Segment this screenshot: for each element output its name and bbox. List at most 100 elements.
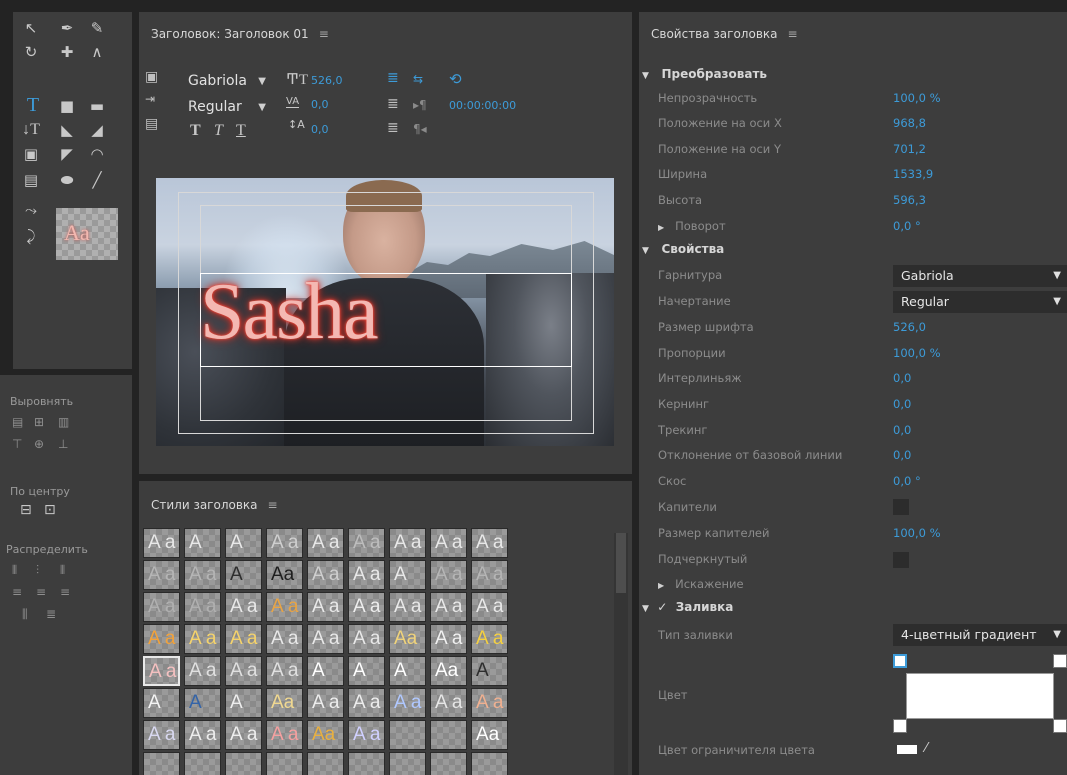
styles-menu-icon[interactable]: ≡ (268, 498, 278, 512)
gradient-preview[interactable] (906, 673, 1054, 719)
style-swatch[interactable]: A a (471, 688, 508, 718)
style-swatch[interactable]: A a (225, 592, 262, 622)
style-swatch[interactable]: Aa (266, 688, 303, 718)
width-value[interactable]: 1533,9 (893, 165, 933, 183)
tab-stops-icon[interactable]: ⇥ (145, 92, 155, 106)
style-swatch[interactable]: A a (348, 688, 385, 718)
style-swatch[interactable] (348, 752, 385, 775)
style-swatch[interactable]: A (225, 560, 262, 590)
underline-checkbox[interactable] (893, 552, 909, 568)
new-title-icon[interactable]: ▣ (145, 69, 158, 85)
style-swatch[interactable]: A (389, 560, 426, 590)
area-type-tool[interactable]: ▣ (21, 144, 41, 164)
eyedropper-icon[interactable]: ⁄ (925, 741, 927, 756)
align-right-icon[interactable]: ▥ (58, 415, 69, 429)
align-center-text-icon[interactable]: ≣ (387, 96, 399, 112)
font-style-dropdown[interactable]: Regular ▼ (188, 99, 266, 115)
align-bottom-icon[interactable]: ⊥ (58, 437, 68, 451)
style-swatch[interactable]: A a (266, 528, 303, 558)
distribute-v-space-icon[interactable]: ≣ (46, 607, 56, 621)
style-swatch[interactable]: A a (471, 560, 508, 590)
ellipse-tool[interactable]: ⬬ (57, 170, 77, 190)
pen-tool[interactable]: ✒ (57, 18, 77, 38)
style-swatch[interactable]: A (184, 528, 221, 558)
timecode-value[interactable]: 00:00:00:00 (449, 99, 516, 112)
style-swatch[interactable]: A a (184, 656, 221, 686)
style-swatch[interactable]: Aa (266, 560, 303, 590)
style-swatch[interactable]: A a (471, 528, 508, 558)
style-swatch[interactable]: A (225, 688, 262, 718)
distribute-center-h-icon[interactable]: ⫶ (36, 563, 39, 578)
style-swatch[interactable]: A a (307, 528, 344, 558)
caps-checkbox[interactable] (893, 499, 909, 515)
style-swatch[interactable]: A a (266, 592, 303, 622)
path-type-tool[interactable]: ⤳ (21, 200, 41, 220)
distribute-bottom-icon[interactable]: ≡ (60, 585, 70, 599)
background-video-icon[interactable]: ⟲ (449, 70, 462, 88)
style-swatch[interactable]: Aa (389, 624, 426, 654)
add-anchor-tool[interactable]: ✚ (57, 42, 77, 62)
kerning-value[interactable]: 0,0 (311, 98, 329, 111)
style-swatch[interactable]: A (225, 528, 262, 558)
vertical-path-type-tool[interactable]: ⤸ (21, 226, 41, 246)
convert-anchor-tool[interactable]: ∧ (87, 42, 107, 62)
kerning-prop-value[interactable]: 0,0 (893, 395, 911, 413)
align-center-v-icon[interactable]: ⊕ (34, 437, 44, 451)
rotation-row[interactable]: ▶ Поворот (658, 217, 726, 235)
fill-type-dropdown[interactable]: 4-цветный градиент ▼ (893, 624, 1067, 646)
line-tool[interactable]: ╱ (87, 170, 107, 190)
style-swatch[interactable] (389, 752, 426, 775)
styles-scrollbar-thumb[interactable] (616, 533, 626, 593)
center-vertical-icon[interactable]: ⊡ (44, 502, 56, 518)
style-swatch[interactable]: A a (430, 560, 467, 590)
color-stop-top-left[interactable] (893, 654, 907, 668)
style-swatch[interactable] (430, 752, 467, 775)
style-swatch[interactable]: A a (348, 720, 385, 750)
style-swatch[interactable] (307, 752, 344, 775)
distribute-right-icon[interactable]: ⫴ (60, 563, 65, 578)
style-swatch[interactable]: A a (430, 528, 467, 558)
style-swatch[interactable]: A a (307, 624, 344, 654)
editor-menu-icon[interactable]: ≡ (319, 27, 329, 41)
style-swatch[interactable]: A (348, 656, 385, 686)
style-swatch[interactable] (184, 752, 221, 775)
style-swatch[interactable]: A a (430, 624, 467, 654)
color-stop-swatch[interactable] (897, 745, 917, 754)
style-swatch[interactable]: A (471, 656, 508, 686)
color-stop-bottom-right[interactable] (1053, 719, 1067, 733)
style-swatch[interactable]: A a (266, 720, 303, 750)
rotation-tool[interactable]: ↻ (21, 42, 41, 62)
baseline-value[interactable]: 0,0 (311, 123, 329, 136)
font-dropdown[interactable]: Gabriola ▼ (893, 265, 1067, 287)
fill-checkbox-icon[interactable]: ✓ (657, 600, 667, 614)
italic-button[interactable]: T (214, 122, 223, 140)
rounded-rectangle-tool[interactable]: ▬ (87, 96, 107, 116)
style-swatch[interactable]: A (307, 656, 344, 686)
color-stop-top-right[interactable] (1053, 654, 1067, 668)
style-swatch[interactable]: A a (389, 688, 426, 718)
align-right-text-icon[interactable]: ≣ (387, 120, 399, 136)
style-swatch[interactable]: A (184, 688, 221, 718)
ypos-value[interactable]: 701,2 (893, 140, 926, 158)
align-left-icon[interactable]: ▤ (12, 415, 23, 429)
fill-section-header[interactable]: ▼ ✓ Заливка (642, 600, 733, 614)
templates-icon[interactable]: ▤ (145, 116, 158, 132)
style-swatch[interactable] (471, 752, 508, 775)
slant-value[interactable]: 0,0 ° (893, 472, 921, 490)
baseline-prop-value[interactable]: 0,0 (893, 446, 911, 464)
rotation-value[interactable]: 0,0 ° (893, 217, 921, 235)
caps-size-value[interactable]: 100,0 % (893, 524, 941, 542)
style-swatch[interactable]: A a (225, 720, 262, 750)
style-swatch[interactable]: A a (430, 688, 467, 718)
styles-scrollbar-track[interactable] (614, 533, 628, 775)
title-canvas[interactable]: Sasha (156, 178, 614, 446)
props-menu-icon[interactable]: ≡ (788, 27, 798, 41)
style-swatch[interactable]: A a (348, 624, 385, 654)
style-swatch[interactable] (430, 720, 467, 750)
style-dropdown[interactable]: Regular ▼ (893, 291, 1067, 313)
distribute-left-icon[interactable]: ⫴ (12, 563, 17, 578)
rounded-corner-tool[interactable]: ◢ (87, 120, 107, 140)
style-swatch[interactable]: A a (307, 560, 344, 590)
style-swatch[interactable]: Aa (430, 656, 467, 686)
leading-value[interactable]: 0,0 (893, 369, 911, 387)
